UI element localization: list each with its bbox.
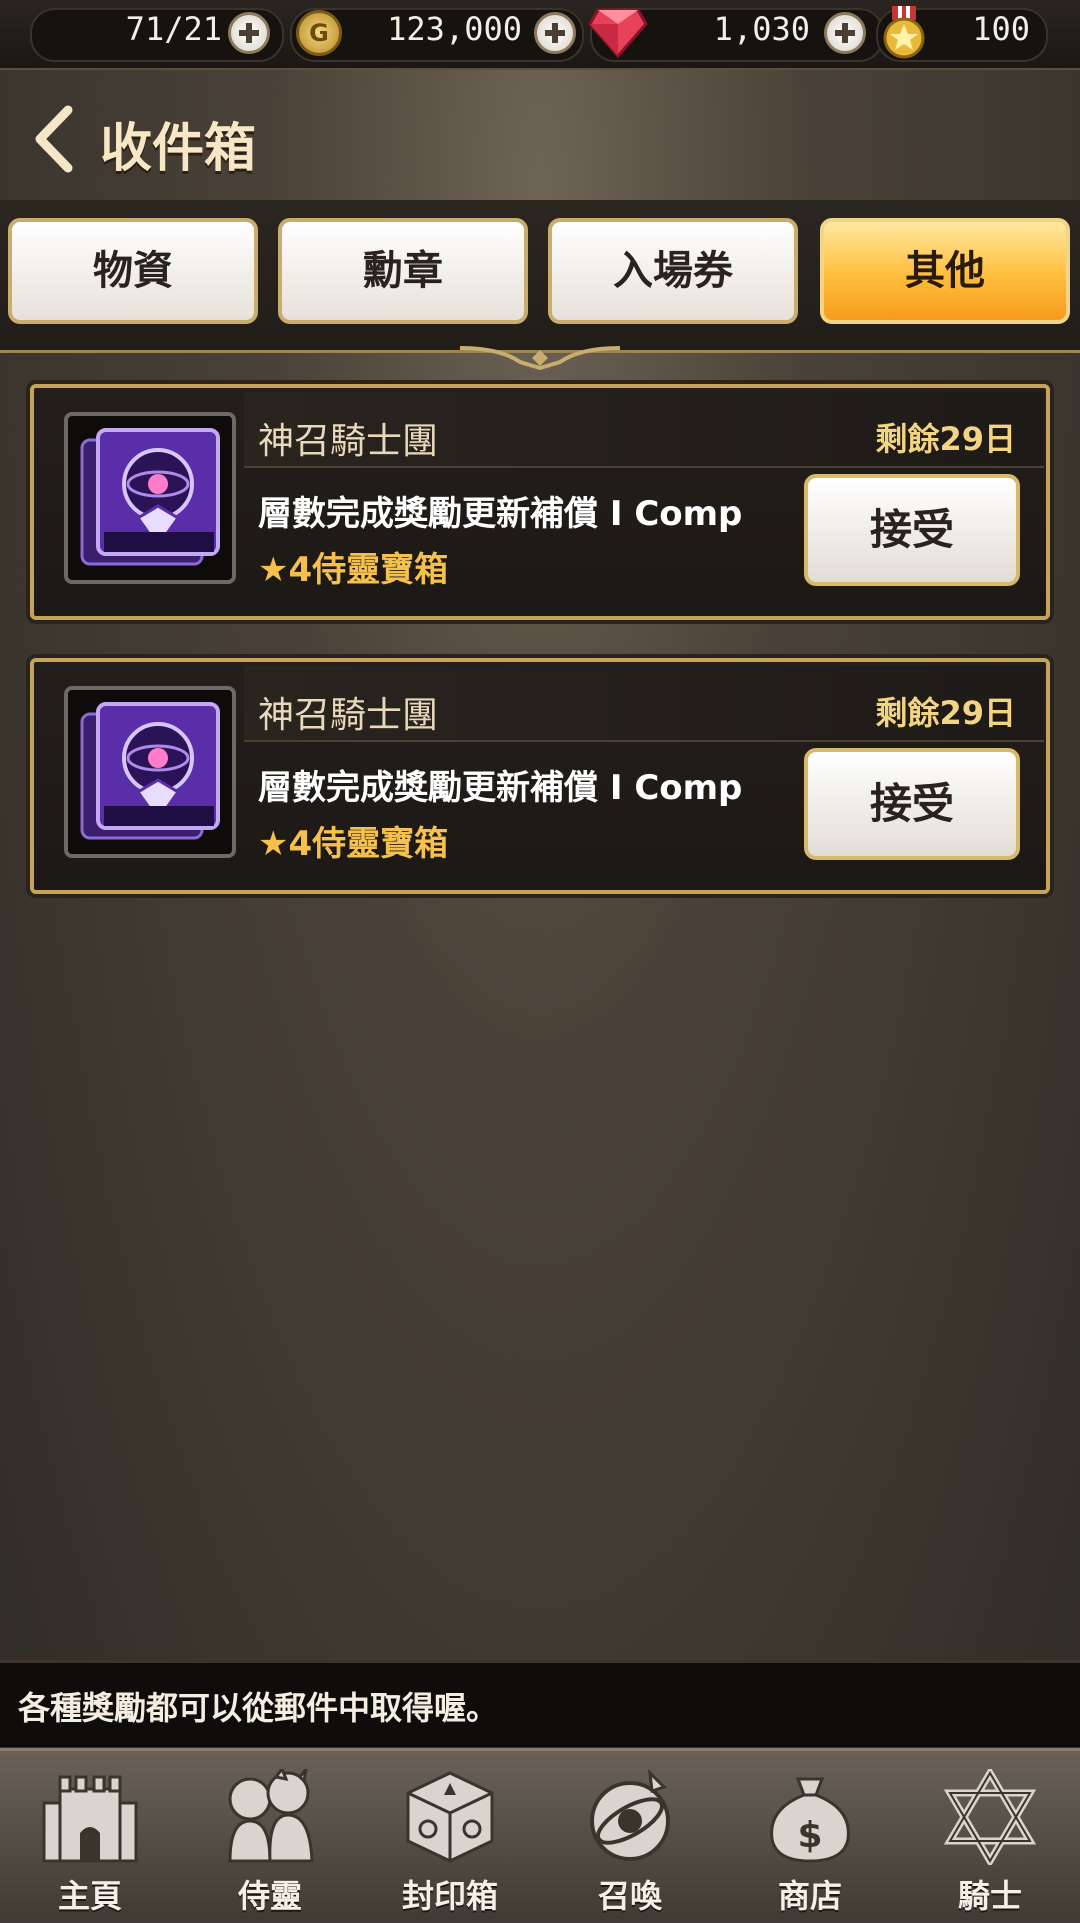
keys-value: 71/21: [125, 10, 222, 48]
tab-tickets[interactable]: 入場券: [548, 218, 798, 324]
gem-icon: [588, 8, 648, 58]
gold-value: 123,000: [387, 10, 522, 48]
mail-item: 神召騎士團 剩餘29日 層數完成獎勵更新補償 I Comp ★4侍靈寶箱 接受: [30, 658, 1050, 894]
tab-medals[interactable]: 勳章: [278, 218, 528, 324]
medal-icon: [883, 6, 925, 59]
mail-remaining-days: 剩餘29日: [875, 420, 1016, 458]
mail-remaining-days: 剩餘29日: [875, 694, 1016, 732]
mail-message: 層數完成獎勵更新補償 I Comp: [258, 494, 743, 534]
nav-seal-box-label: 封印箱: [401, 1877, 498, 1915]
gold-coin-icon: G: [296, 10, 342, 56]
castle-icon: [42, 1775, 138, 1863]
companions-icon: [228, 1769, 314, 1863]
shop-bag-icon: $: [770, 1777, 850, 1863]
tab-supplies[interactable]: 物資: [8, 218, 258, 324]
nav-home-label: 主頁: [57, 1877, 122, 1915]
mail-sender: 神召騎士團: [258, 421, 439, 462]
hint-text: 各種獎勵都可以從郵件中取得喔。: [18, 1689, 499, 1727]
svg-text:$: $: [797, 1815, 822, 1856]
currency-bar: 71/21 G 123,000 1,030 100: [0, 0, 1080, 70]
hexagram-icon: [943, 1769, 1037, 1865]
add-gold-button[interactable]: [534, 12, 576, 54]
page-title: 收件箱: [100, 119, 257, 179]
hint-bar: 各種獎勵都可以從郵件中取得喔。: [0, 1660, 1080, 1750]
tab-other[interactable]: 其他: [820, 218, 1070, 324]
nav-shop-label: 商店: [777, 1877, 842, 1915]
nav-home[interactable]: 主頁: [0, 1751, 180, 1923]
page-header: 收件箱: [0, 70, 1080, 200]
nav-companions-label: 侍靈: [237, 1877, 302, 1915]
mail-item-thumbnail: [64, 412, 236, 584]
medals-value: 100: [972, 10, 1030, 48]
mail-reward-item: ★4侍靈寶箱: [258, 824, 449, 864]
nav-summon[interactable]: 召喚: [540, 1751, 720, 1923]
purple-chest-icon: [80, 702, 220, 840]
accept-button[interactable]: 接受: [804, 474, 1020, 586]
nav-knight[interactable]: 騎士: [900, 1751, 1080, 1923]
nav-companions[interactable]: 侍靈: [180, 1751, 360, 1923]
nav-shop[interactable]: $ 商店: [720, 1751, 900, 1923]
seal-box-icon: [406, 1771, 494, 1863]
back-arrow-icon[interactable]: [28, 104, 80, 174]
gems-value: 1,030: [713, 10, 810, 48]
mail-sender: 神召騎士團: [258, 695, 439, 736]
add-keys-button[interactable]: [228, 12, 270, 54]
nav-knight-label: 騎士: [957, 1877, 1022, 1915]
bottom-nav: 主頁 侍靈 封印箱 召喚 $ 商店 騎士: [0, 1748, 1080, 1923]
divider-ornament: [460, 346, 620, 370]
mail-item-thumbnail: [64, 686, 236, 858]
mail-reward-item: ★4侍靈寶箱: [258, 550, 449, 590]
nav-seal-box[interactable]: 封印箱: [360, 1751, 540, 1923]
accept-button[interactable]: 接受: [804, 748, 1020, 860]
mail-item: 神召騎士團 剩餘29日 層數完成獎勵更新補償 I Comp ★4侍靈寶箱 接受: [30, 384, 1050, 620]
mail-message: 層數完成獎勵更新補償 I Comp: [258, 768, 743, 808]
summon-icon: [590, 1769, 670, 1861]
add-gems-button[interactable]: [824, 12, 866, 54]
purple-chest-icon: [80, 428, 220, 566]
nav-summon-label: 召喚: [597, 1877, 662, 1915]
